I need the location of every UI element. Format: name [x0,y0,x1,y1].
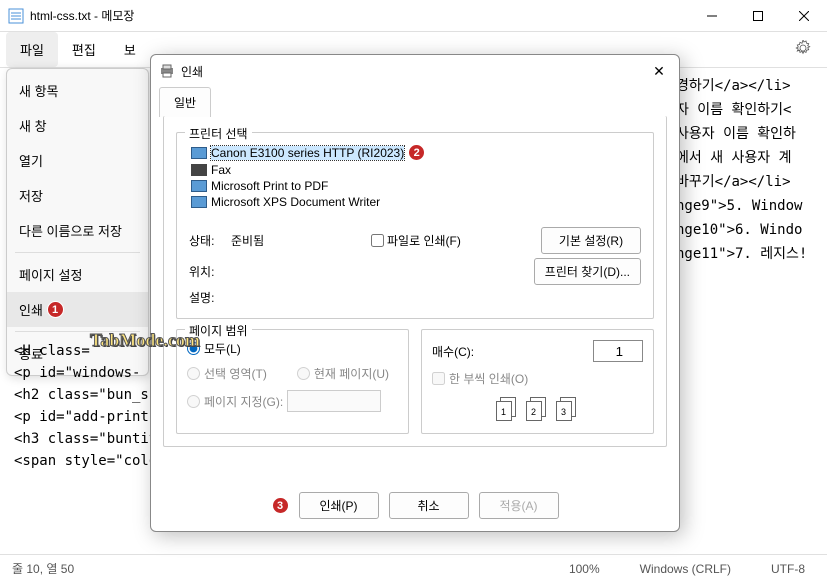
range-selection-radio: 선택 영역(T) [187,365,267,382]
menu-separator [15,331,140,332]
badge-1: 1 [47,301,64,318]
notepad-icon [8,8,24,24]
print-to-file-checkbox[interactable]: 파일로 인쇄(F) [371,232,461,249]
file-menu-dropdown: 새 항목 새 창 열기 저장 다른 이름으로 저장 페이지 설정 인쇄 1 종료 [6,68,149,376]
dialog-title: 인쇄 [181,63,647,80]
badge-3: 3 [272,497,289,514]
copies-group: 매수(C): 한 부씩 인쇄(O) 11 22 33 [421,329,654,434]
dialog-close-button[interactable]: ✕ [647,59,671,83]
page-range-input [287,390,381,412]
print-dialog: 인쇄 ✕ 일반 프린터 선택 Canon E3100 series HTTP (… [150,54,680,532]
fax-icon [191,164,207,176]
status-zoom: 100% [569,562,600,576]
collate-checkbox: 한 부씩 인쇄(O) [432,370,643,387]
comment-label: 설명: [189,289,231,306]
menu-item-save-as[interactable]: 다른 이름으로 저장 [7,213,148,248]
minimize-button[interactable] [689,0,735,32]
range-current-radio: 현재 페이지(U) [297,365,389,382]
print-button[interactable]: 인쇄(P) [299,492,379,519]
status-label: 상태: [189,232,231,249]
printer-item[interactable]: Fax [189,162,641,178]
editor-content-right: 경하기</a></li> 자 이름 확인하기< 사용자 이름 확인하 에서 새 … [676,74,807,266]
printer-item-icon [191,196,207,208]
menu-item-open[interactable]: 열기 [7,143,148,178]
menu-view[interactable]: 보 [110,32,150,67]
cancel-button[interactable]: 취소 [389,492,469,519]
tab-general[interactable]: 일반 [159,87,211,117]
status-line-col: 줄 10, 열 50 [12,560,74,577]
status-bar: 줄 10, 열 50 100% Windows (CRLF) UTF-8 [0,554,827,582]
printer-item-icon [191,147,207,159]
settings-gear-icon[interactable] [785,34,821,65]
collate-preview-icon: 11 22 33 [432,397,643,423]
menu-separator [15,252,140,253]
range-pages-radio: 페이지 지정(G): [187,393,283,410]
printer-select-legend: 프린터 선택 [185,125,252,142]
printer-item-icon [191,180,207,192]
badge-2: 2 [408,144,425,161]
menu-item-exit[interactable]: 종료 [7,336,148,371]
printer-item[interactable]: Canon E3100 series HTTP (RI2023) 2 [189,143,641,162]
printer-list[interactable]: Canon E3100 series HTTP (RI2023) 2 Fax M… [189,143,641,223]
default-settings-button[interactable]: 기본 설정(R) [541,227,641,254]
copies-spinner[interactable] [593,340,643,362]
printer-item[interactable]: Microsoft Print to PDF [189,178,641,194]
copies-label: 매수(C): [432,343,474,360]
window-title: html-css.txt - 메모장 [30,7,689,24]
maximize-button[interactable] [735,0,781,32]
range-all-radio[interactable]: 모두(L) [187,340,241,357]
page-range-group: 페이지 범위 모두(L) 선택 영역(T) 현재 페이지(U) 페이지 지정(G… [176,329,409,434]
find-printer-button[interactable]: 프린터 찾기(D)... [534,258,641,285]
close-button[interactable] [781,0,827,32]
menu-edit[interactable]: 편집 [58,32,110,67]
menu-item-page-setup[interactable]: 페이지 설정 [7,257,148,292]
printer-item[interactable]: Microsoft XPS Document Writer [189,194,641,210]
apply-button: 적용(A) [479,492,559,519]
status-line-ending: Windows (CRLF) [640,562,731,576]
status-encoding: UTF-8 [771,562,805,576]
menu-item-print[interactable]: 인쇄 1 [7,292,148,327]
menu-item-new-window[interactable]: 새 창 [7,108,148,143]
menu-file[interactable]: 파일 [6,32,58,67]
status-value: 준비됨 [231,232,341,249]
printer-icon [159,63,175,79]
menu-item-save[interactable]: 저장 [7,178,148,213]
location-label: 위치: [189,263,231,280]
menu-item-new[interactable]: 새 항목 [7,73,148,108]
page-range-legend: 페이지 범위 [185,322,252,339]
